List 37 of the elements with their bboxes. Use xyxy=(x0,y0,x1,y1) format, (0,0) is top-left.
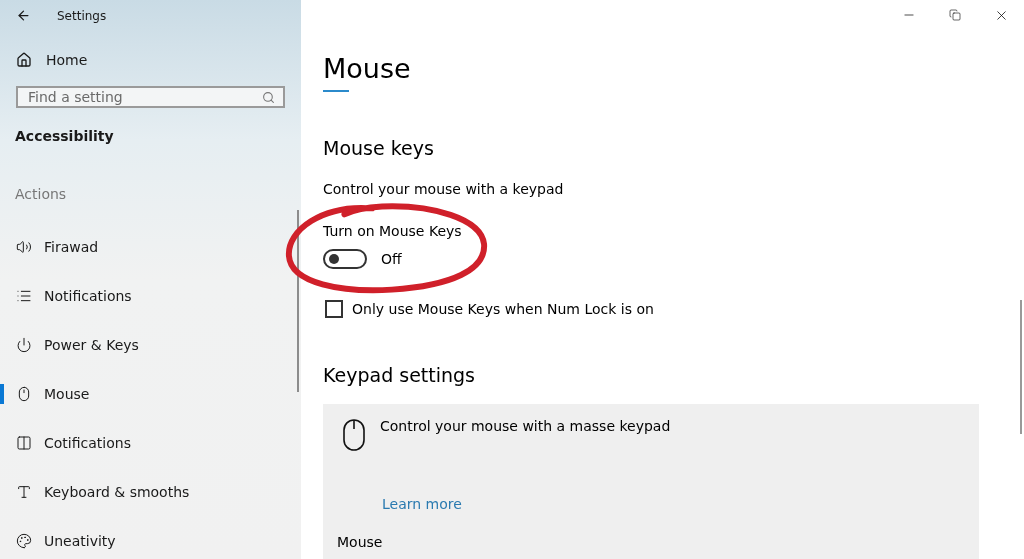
group-heading: Actions xyxy=(14,186,68,202)
restore-icon xyxy=(949,9,961,21)
search-icon xyxy=(262,90,275,104)
home-icon xyxy=(16,52,32,68)
field-label: Mouse xyxy=(337,534,384,550)
section-heading: Accessibility xyxy=(14,128,115,144)
section-heading: Mouse keys xyxy=(323,137,435,159)
sidebar-item[interactable]: Cotifications xyxy=(0,418,301,467)
palette-icon xyxy=(16,532,32,549)
learn-more-link[interactable]: Learn more xyxy=(382,496,462,512)
mouse-icon xyxy=(342,418,366,452)
search-input[interactable]: Find a setting xyxy=(26,88,262,106)
description-text: Control your mouse with a keypad xyxy=(323,181,565,197)
speaker-icon xyxy=(16,238,32,255)
card-text: Control your mouse with a masse keypad xyxy=(380,418,671,436)
sidebar-item[interactable]: Firawad xyxy=(0,222,301,271)
sidebar-item[interactable]: Power & Keys xyxy=(0,320,301,369)
checkbox[interactable] xyxy=(325,300,343,318)
page-title: Mouse xyxy=(323,53,412,84)
power-icon xyxy=(16,336,32,353)
sidebar-item[interactable]: Mouse xyxy=(0,369,301,418)
toggle-switch[interactable] xyxy=(323,249,367,269)
letter-icon xyxy=(16,483,32,500)
sidebar-item[interactable]: Notifications xyxy=(0,271,301,320)
window-title: Settings xyxy=(57,8,107,23)
section-heading: Keypad settings xyxy=(323,364,477,386)
toggle-state: Off xyxy=(381,251,402,267)
sidebar-item[interactable]: Keyboard & smooths xyxy=(0,467,301,516)
title-underline xyxy=(323,90,349,92)
back-arrow-icon[interactable] xyxy=(16,8,31,23)
checkbox-label: Only use Mouse Keys when Num Lock is on xyxy=(352,301,654,317)
toggle-label: Turn on Mouse Keys xyxy=(323,223,463,239)
search-field[interactable]: Find a setting xyxy=(16,86,285,108)
home-link[interactable]: Home xyxy=(0,52,301,68)
frame-icon xyxy=(16,434,32,451)
sidebar-item[interactable]: Uneativity xyxy=(0,516,301,559)
mouse-icon xyxy=(16,385,32,402)
